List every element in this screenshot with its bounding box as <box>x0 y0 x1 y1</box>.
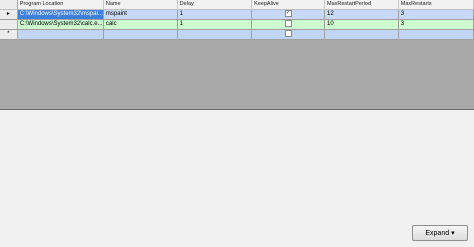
program-location-cell[interactable]: C:\Windows\System32\mspai... <box>17 9 104 20</box>
keepalive-cell[interactable] <box>251 19 326 30</box>
max-restart-period-cell[interactable]: 10 <box>324 19 399 30</box>
expand-button-label: Expand <box>425 229 450 237</box>
current-row-indicator-icon[interactable]: ▸ <box>0 9 18 20</box>
delay-cell[interactable]: 1 <box>177 9 253 20</box>
new-row-indicator-icon[interactable]: * <box>0 29 18 40</box>
keepalive-cell[interactable]: ✓ <box>251 9 326 20</box>
program-grid[interactable]: Program Location Name Delay KeepAlive Ma… <box>0 0 474 110</box>
row-header[interactable] <box>0 19 18 30</box>
expand-button[interactable]: Expand ▾ <box>412 225 468 241</box>
column-header-max-restart-period[interactable]: MaxRestartPeriod <box>324 0 399 10</box>
keepalive-checkbox[interactable] <box>284 19 292 27</box>
delay-cell[interactable] <box>177 29 253 40</box>
column-header-keepalive[interactable]: KeepAlive <box>251 0 326 10</box>
max-restart-period-cell[interactable] <box>324 29 399 40</box>
program-location-cell[interactable] <box>17 29 104 40</box>
name-cell[interactable]: mspaint <box>103 9 178 20</box>
program-location-cell[interactable]: C:\Windows\System32\calc.e... <box>17 19 104 30</box>
header-row: Program Location Name Delay KeepAlive Ma… <box>0 0 474 10</box>
new-row[interactable]: * <box>0 29 474 40</box>
table-row[interactable]: ▸ C:\Windows\System32\mspai... mspaint 1… <box>0 9 474 20</box>
row-header-corner <box>0 0 18 10</box>
name-cell[interactable]: calc <box>103 19 178 30</box>
keepalive-cell[interactable] <box>251 29 326 40</box>
max-restarts-cell[interactable]: 3 <box>398 19 474 30</box>
name-cell[interactable] <box>103 29 178 40</box>
table-row[interactable]: C:\Windows\System32\calc.e... calc 1 10 … <box>0 19 474 30</box>
column-header-max-restarts[interactable]: MaxRestarts <box>398 0 474 10</box>
max-restarts-cell[interactable] <box>398 29 474 40</box>
max-restarts-cell[interactable]: 3 <box>398 9 474 20</box>
column-header-delay[interactable]: Delay <box>177 0 253 10</box>
keepalive-checkbox[interactable]: ✓ <box>284 9 292 17</box>
column-header-name[interactable]: Name <box>103 0 178 10</box>
delay-cell[interactable]: 1 <box>177 19 253 30</box>
keepalive-checkbox[interactable] <box>284 29 292 37</box>
column-header-program-location[interactable]: Program Location <box>17 0 104 10</box>
max-restart-period-cell[interactable]: 12 <box>324 9 399 20</box>
chevron-down-icon: ▾ <box>451 230 455 237</box>
